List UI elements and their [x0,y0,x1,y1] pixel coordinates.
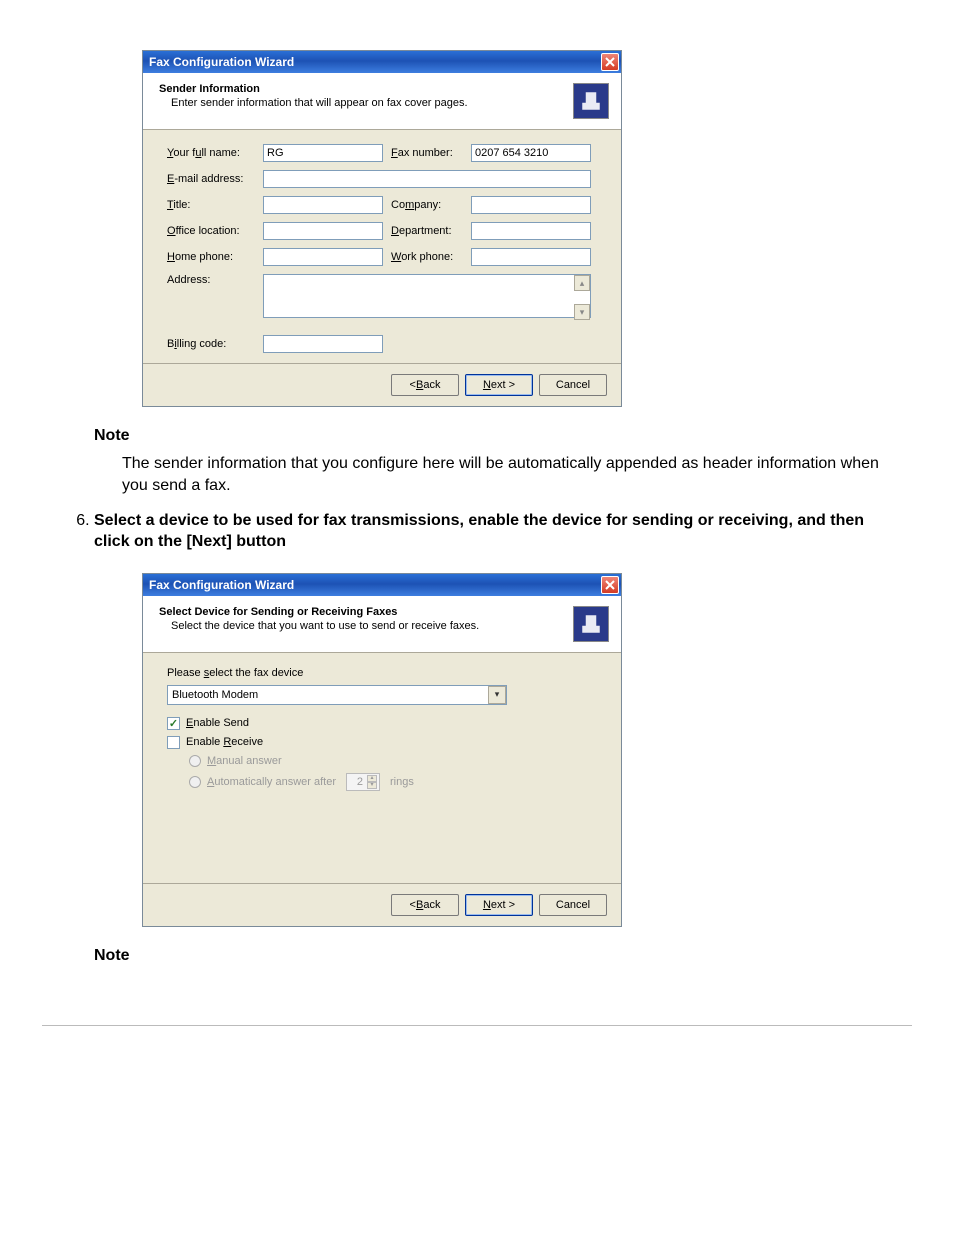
office-input[interactable] [263,222,383,240]
page-divider [42,1025,912,1026]
wizard-header: Sender Information Enter sender informat… [143,73,621,130]
step-6-text: Select a device to be used for fax trans… [94,510,888,553]
work-phone-label: Work phone: [391,251,463,263]
title-input[interactable] [263,196,383,214]
back-button[interactable]: < Back [391,374,459,396]
manual-answer-radio [189,755,201,767]
enable-send-label: Enable Send [186,717,249,729]
fax-number-label: Fax number: [391,147,463,159]
cancel-button[interactable]: Cancel [539,894,607,916]
home-phone-input[interactable] [263,248,383,266]
fax-icon [573,606,609,642]
close-button[interactable] [601,576,619,594]
department-input[interactable] [471,222,591,240]
back-button[interactable]: < Back [391,894,459,916]
note-heading-2: Note [94,947,912,965]
rings-spinner: 2 ▴ ▾ [346,773,380,791]
next-button[interactable]: Next > [465,374,533,396]
header-title: Sender Information [159,83,565,95]
enable-receive-label: Enable Receive [186,736,263,748]
note-text: The sender information that you configur… [122,453,888,498]
enable-receive-checkbox[interactable] [167,736,180,749]
address-input[interactable] [263,274,591,318]
billing-input[interactable] [263,335,383,353]
home-phone-label: Home phone: [167,251,255,263]
rings-suffix: rings [390,776,414,788]
company-input[interactable] [471,196,591,214]
email-input[interactable] [263,170,591,188]
next-button[interactable]: Next > [465,894,533,916]
select-value: Bluetooth Modem [172,689,258,701]
header-subtitle: Select the device that you want to use t… [159,620,565,632]
header-subtitle: Enter sender information that will appea… [159,97,565,109]
fax-icon [573,83,609,119]
billing-label: Billing code: [167,338,255,350]
auto-answer-label: Automatically answer after [207,776,336,788]
close-button[interactable] [601,53,619,71]
company-label: Company: [391,199,463,211]
window-title: Fax Configuration Wizard [149,578,294,592]
header-title: Select Device for Sending or Receiving F… [159,606,565,618]
fax-device-select[interactable]: Bluetooth Modem ▾ [167,685,507,705]
spinner-up: ▴ [367,775,377,782]
full-name-label: Your full name: [167,147,255,159]
fax-number-input[interactable] [471,144,591,162]
titlebar[interactable]: Fax Configuration Wizard [143,574,621,596]
title-label: Title: [167,199,255,211]
rings-value: 2 [357,776,363,788]
window-title: Fax Configuration Wizard [149,55,294,69]
cancel-button[interactable]: Cancel [539,374,607,396]
select-device-label: Please select the fax device [167,667,597,679]
wizard-header: Select Device for Sending or Receiving F… [143,596,621,653]
work-phone-input[interactable] [471,248,591,266]
email-label: E-mail address: [167,173,255,185]
scroll-up-button[interactable]: ▴ [574,275,590,291]
fax-wizard-device-dialog: Fax Configuration Wizard Select Device f… [142,573,622,927]
spinner-down: ▾ [367,782,377,789]
fax-wizard-sender-dialog: Fax Configuration Wizard Sender Informat… [142,50,622,407]
titlebar[interactable]: Fax Configuration Wizard [143,51,621,73]
full-name-input[interactable] [263,144,383,162]
manual-answer-label: Manual answer [207,755,282,767]
office-label: Office location: [167,225,255,237]
department-label: Department: [391,225,463,237]
auto-answer-radio [189,776,201,788]
address-label: Address: [167,274,255,286]
scroll-down-button[interactable]: ▾ [574,304,590,320]
chevron-down-icon: ▾ [488,686,506,704]
note-heading: Note [94,427,912,445]
enable-send-checkbox[interactable]: ✓ [167,717,180,730]
